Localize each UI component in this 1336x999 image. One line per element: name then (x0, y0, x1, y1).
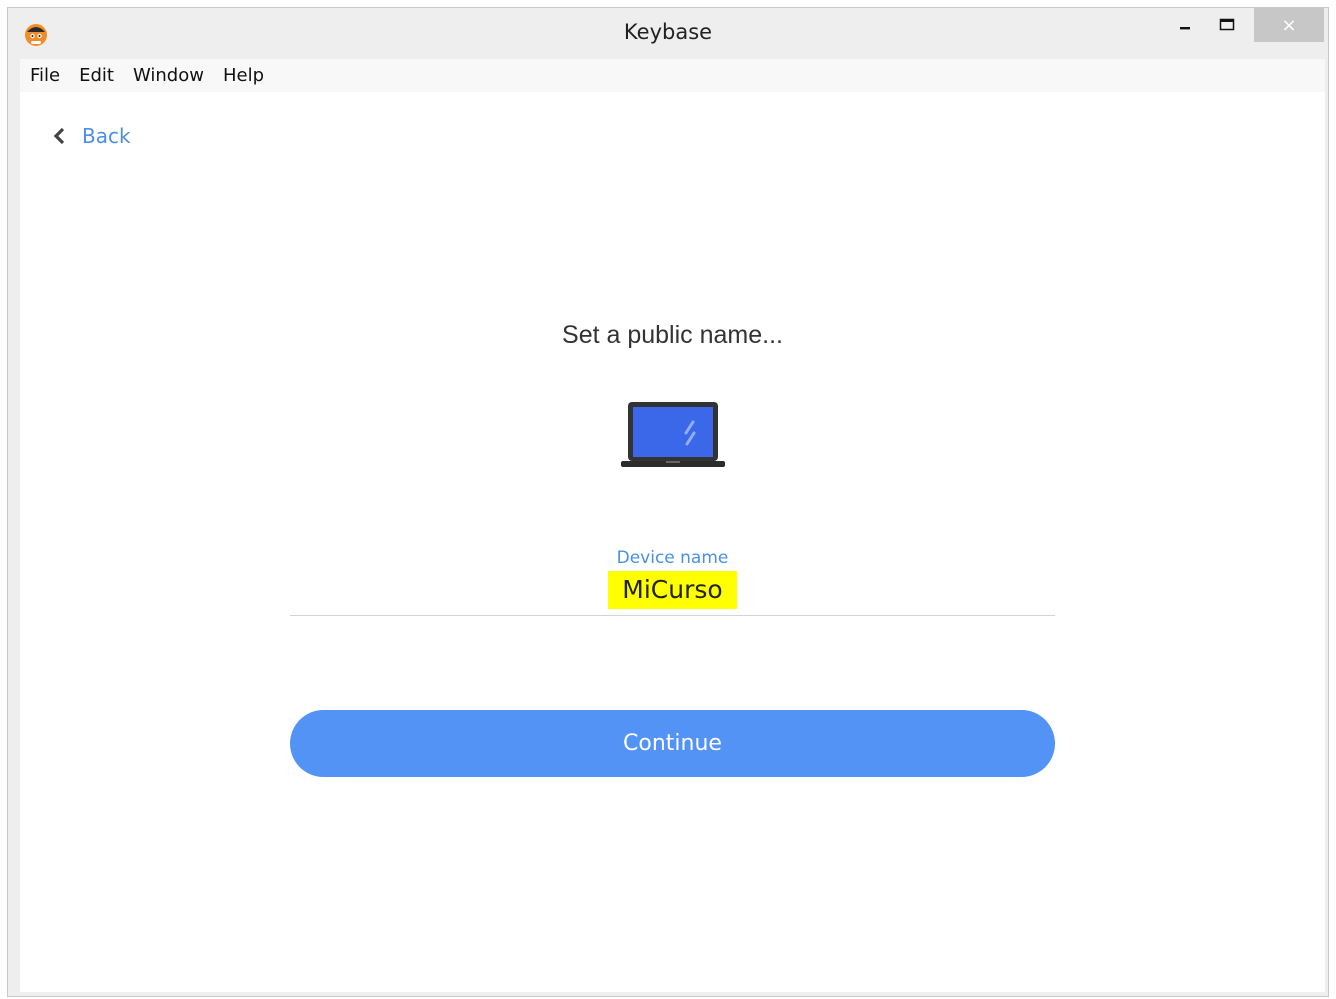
maximize-icon (1219, 18, 1235, 31)
menu-help[interactable]: Help (213, 65, 273, 86)
menu-bar: File Edit Window Help (20, 59, 1325, 92)
back-label: Back (82, 124, 131, 148)
input-underline (290, 615, 1055, 616)
window-title: Keybase (623, 20, 713, 44)
laptop-icon (621, 395, 725, 471)
app-window: Keybase × File Edit Window Help Back Set… (7, 7, 1329, 997)
minimize-button[interactable] (1170, 8, 1200, 42)
main-content: Back Set a public name... Device name Mi… (20, 92, 1325, 992)
continue-label: Continue (623, 731, 722, 756)
continue-button[interactable]: Continue (290, 710, 1055, 777)
close-button[interactable]: × (1254, 8, 1324, 42)
page-title: Set a public name... (562, 321, 783, 349)
chevron-left-icon (53, 127, 65, 145)
menu-edit[interactable]: Edit (69, 65, 123, 86)
device-name-label: Device name (616, 548, 729, 568)
close-icon: × (1281, 14, 1297, 36)
device-name-field[interactable]: MiCurso (20, 571, 1325, 609)
title-bar: Keybase × (8, 8, 1328, 58)
maximize-button[interactable] (1212, 8, 1242, 42)
minimize-icon (1180, 27, 1190, 30)
menu-window[interactable]: Window (123, 65, 213, 86)
back-link[interactable]: Back (52, 124, 131, 148)
menu-file[interactable]: File (20, 65, 69, 86)
device-name-input[interactable]: MiCurso (608, 571, 737, 609)
